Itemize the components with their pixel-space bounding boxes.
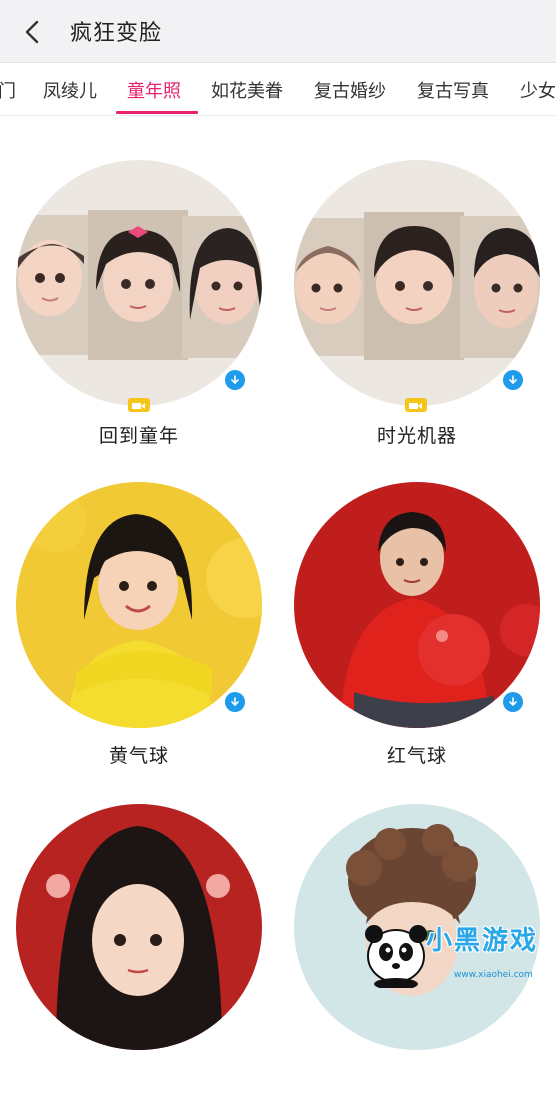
panda-icon [365,925,427,988]
top-bar: 疯狂变脸 [0,0,556,63]
watermark-url: www.xiaohei.com [454,970,533,980]
video-icon [128,398,150,412]
template-card[interactable]: 时光机器 [294,160,542,460]
template-label: 时光机器 [376,425,457,447]
back-arrow-icon[interactable] [14,14,50,50]
template-thumbnail[interactable] [16,160,262,406]
download-icon[interactable] [503,370,523,390]
template-thumbnail[interactable] [16,804,262,1050]
template-card[interactable] [16,804,264,1104]
video-icon [405,398,427,412]
tab-girl[interactable]: 少女 [520,77,556,103]
active-tab-indicator [116,111,198,114]
tab-men[interactable]: 门 [0,77,16,103]
template-card[interactable]: 回到童年 [16,160,264,460]
tab-childhood[interactable]: 童年照 [127,77,181,103]
template-card[interactable]: 黄气球 [16,482,264,782]
watermark-logo: 小黑游戏 www.xiaohei.com [362,912,556,988]
category-tabs: 门 凤绫儿 童年照 如花美眷 复古婚纱 复古写真 少女 [0,63,556,116]
watermark-text: 小黑游戏 [426,926,539,956]
tab-retro-wedding[interactable]: 复古婚纱 [314,77,386,103]
template-label: 黄气球 [108,745,169,767]
template-label: 红气球 [386,745,447,767]
download-icon[interactable] [225,692,245,712]
tab-ruhua[interactable]: 如花美眷 [211,77,283,103]
tab-fenglinger[interactable]: 凤绫儿 [43,77,97,103]
template-card[interactable]: 红气球 [294,482,542,782]
download-icon[interactable] [503,692,523,712]
template-thumbnail[interactable] [294,160,540,406]
tab-retro-portrait[interactable]: 复古写真 [417,77,489,103]
template-thumbnail[interactable] [16,482,262,728]
template-label: 回到童年 [98,425,179,447]
page-title: 疯狂变脸 [70,21,163,46]
template-thumbnail[interactable] [294,482,540,728]
download-icon[interactable] [225,370,245,390]
